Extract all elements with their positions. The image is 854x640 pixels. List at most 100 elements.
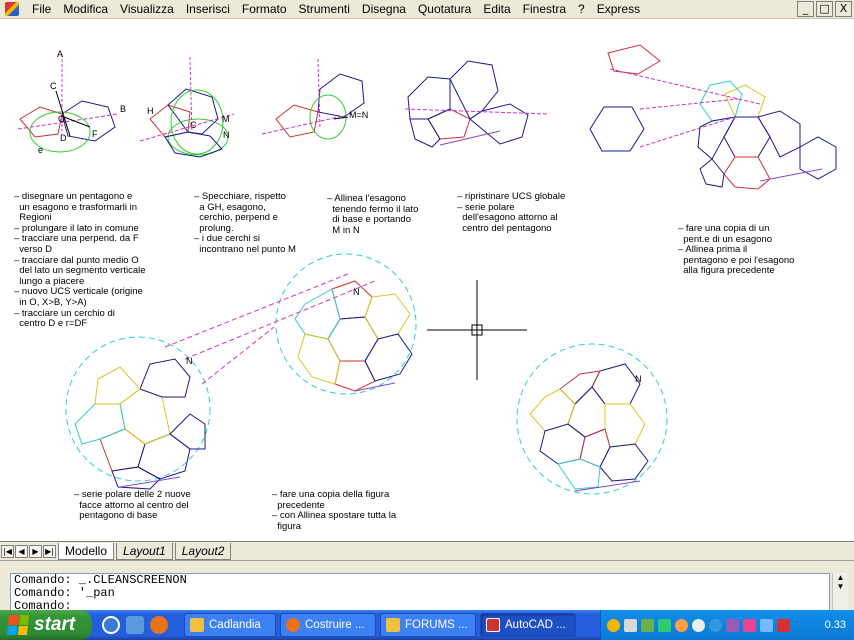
restore-button[interactable]: □: [816, 1, 833, 17]
hexagon-5: [539, 423, 586, 465]
monitor-icon[interactable]: [760, 618, 773, 632]
document-window-controls: _ □ X: [797, 1, 852, 17]
command-scrollbar[interactable]: ▲ ▼: [832, 573, 848, 611]
pentagon: [427, 108, 471, 140]
tab-prev-button[interactable]: ◀: [15, 544, 28, 558]
task-label: AutoCAD ...: [505, 619, 566, 631]
start-label: start: [34, 614, 76, 635]
label-h: H: [147, 106, 154, 116]
menu-finestra[interactable]: Finestra: [517, 0, 572, 19]
start-button[interactable]: start: [0, 610, 92, 640]
hexagon-2: [567, 386, 606, 438]
menu-help[interactable]: ?: [572, 0, 591, 19]
tab-layout1[interactable]: Layout1: [116, 542, 173, 560]
menu-bar: File Modifica Visualizza Inserisci Forma…: [0, 0, 854, 19]
base-edge: [574, 480, 641, 492]
align-lines: [164, 273, 376, 385]
tray-disk-icon[interactable]: [692, 618, 705, 632]
hexagon-5: [297, 333, 341, 385]
base-edge: [354, 382, 396, 392]
minimize-button[interactable]: _: [797, 1, 814, 17]
hexagon-4: [169, 413, 206, 450]
system-tray: 0.33: [600, 610, 854, 640]
tab-first-button[interactable]: |◀: [1, 544, 14, 558]
hexagon-2: [364, 293, 411, 340]
hexagon-a: [723, 116, 771, 158]
task-cadlandia[interactable]: Cadlandia: [184, 613, 276, 637]
hexagon-3: [469, 103, 529, 145]
command-history[interactable]: Comando: _.CLEANSCREENON Comando: '_pan …: [10, 573, 830, 611]
note-step-4: – ripristinare UCS globale – serie polar…: [457, 191, 566, 234]
security-shield-icon[interactable]: [607, 618, 620, 632]
tray-tool-icon[interactable]: [726, 618, 739, 632]
network-icon[interactable]: [641, 618, 654, 632]
menu-strumenti[interactable]: Strumenti: [293, 0, 356, 19]
signal-bars-icon[interactable]: [658, 618, 671, 632]
menu-express[interactable]: Express: [591, 0, 646, 19]
label-f: F: [92, 129, 98, 139]
figure-pentagon-hexagon-construction: [17, 54, 119, 153]
tab-modello[interactable]: Modello: [58, 542, 115, 560]
ati-icon[interactable]: [777, 618, 790, 632]
note-step-1: – disegnare un pentagono e un esagono e …: [14, 191, 146, 330]
hexagon-7: [557, 458, 601, 490]
menu-edita[interactable]: Edita: [477, 0, 516, 19]
note-step-5: – fare una copia di un pent.e di un esag…: [678, 223, 795, 277]
hexagon-6: [94, 366, 141, 405]
full-ball: [516, 343, 668, 495]
pentagon-base: [723, 156, 771, 190]
tab-last-button[interactable]: ▶|: [43, 544, 56, 558]
menu-quotatura[interactable]: Quotatura: [412, 0, 477, 19]
task-autocad[interactable]: AutoCAD ...: [480, 613, 576, 637]
figure-added-faces: [589, 44, 837, 190]
folder-icon: [386, 618, 400, 632]
hexagon-3: [74, 403, 126, 445]
menu-file[interactable]: File: [26, 0, 57, 19]
menu-inserisci[interactable]: Inserisci: [180, 0, 236, 19]
close-button[interactable]: X: [835, 1, 852, 17]
label-o: O: [58, 114, 66, 124]
autocad-app-icon[interactable]: [4, 1, 20, 17]
command-line-1: Comando: _.CLEANSCREENON: [14, 573, 187, 587]
tray-color-icon[interactable]: [743, 618, 756, 632]
align-line-2: [639, 98, 739, 110]
hexagon-1: [591, 363, 641, 405]
pentagon-2: [334, 360, 376, 392]
folder-icon: [190, 618, 204, 632]
task-label: Costruire ...: [305, 619, 365, 631]
hexagon-3: [604, 403, 646, 448]
menu-visualizza[interactable]: Visualizza: [114, 0, 180, 19]
menu-formato[interactable]: Formato: [236, 0, 293, 19]
quick-launch: [102, 616, 168, 634]
menu-disegna[interactable]: Disegna: [356, 0, 412, 19]
menu-modifica[interactable]: Modifica: [57, 0, 114, 19]
label-b: B: [120, 104, 127, 114]
hexagon-1: [407, 76, 451, 120]
hexagon-4: [409, 118, 441, 148]
firefox-icon[interactable]: [150, 616, 168, 634]
align-line-3: [201, 326, 275, 385]
tab-layout2[interactable]: Layout2: [174, 542, 232, 560]
ball-outline: [516, 343, 668, 495]
drawing-area[interactable]: A C B O D F e H C M N M=N N N N – disegn…: [0, 19, 854, 541]
hexagon-e: [699, 158, 725, 188]
info-icon[interactable]: [709, 618, 722, 632]
task-costruire[interactable]: Costruire ...: [280, 613, 376, 637]
extended-edge: [261, 113, 353, 135]
command-line-2: Comando: '_pan: [14, 586, 115, 600]
label-d: D: [60, 133, 67, 143]
pentagon: [275, 104, 319, 138]
task-forums[interactable]: FORUMS ...: [380, 613, 476, 637]
hexagon-b: [757, 110, 801, 158]
hexagon-3: [294, 288, 341, 340]
ie-icon[interactable]: [102, 616, 120, 634]
label-n-ball2: N: [353, 287, 360, 297]
desktop-icon[interactable]: [126, 616, 144, 634]
autocad-icon: [486, 618, 500, 632]
task-label: Cadlandia: [209, 619, 261, 631]
tray-app-icon[interactable]: [675, 618, 688, 632]
pentagon-top: [139, 358, 191, 398]
clock[interactable]: 0.33: [825, 619, 846, 631]
tab-next-button[interactable]: ▶: [29, 544, 42, 558]
speaker-icon[interactable]: [624, 618, 637, 632]
